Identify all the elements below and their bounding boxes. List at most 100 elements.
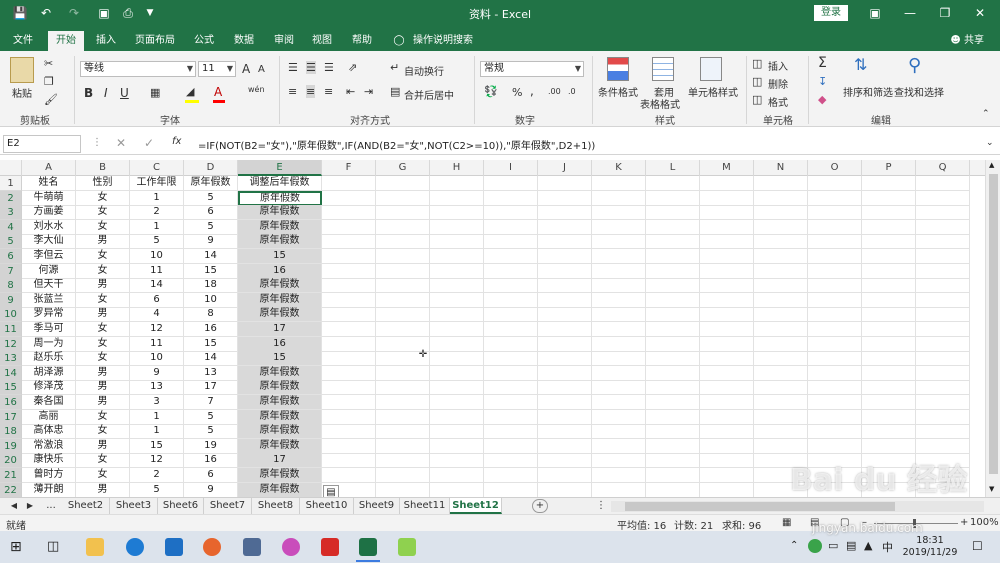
empty-cell[interactable]	[484, 380, 538, 396]
empty-cell[interactable]	[484, 468, 538, 483]
underline-button[interactable]: U	[120, 86, 129, 100]
empty-cell[interactable]	[376, 409, 430, 425]
table-cell[interactable]: 5	[184, 219, 238, 235]
table-cell[interactable]: 14	[184, 249, 238, 264]
column-header-p[interactable]: P	[862, 160, 916, 176]
empty-cell[interactable]	[700, 409, 754, 425]
empty-cell[interactable]	[916, 190, 970, 206]
row-header[interactable]: 7	[0, 263, 22, 279]
empty-cell[interactable]	[862, 424, 916, 440]
empty-cell[interactable]	[376, 278, 430, 294]
header-cell[interactable]: 调整后年假数	[238, 176, 322, 191]
empty-cell[interactable]	[916, 249, 970, 264]
prev-sheet-icon[interactable]: ◀	[8, 498, 20, 514]
empty-cell[interactable]	[754, 190, 808, 206]
empty-cell[interactable]	[322, 438, 376, 454]
search-icon[interactable]: ⚲	[908, 55, 921, 76]
empty-cell[interactable]	[700, 249, 754, 264]
empty-cell[interactable]	[376, 307, 430, 323]
table-cell[interactable]: 15	[184, 263, 238, 279]
row-header[interactable]: 14	[0, 365, 22, 381]
empty-cell[interactable]	[862, 336, 916, 352]
empty-cell[interactable]	[700, 482, 754, 497]
column-header-g[interactable]: G	[376, 160, 430, 176]
empty-cell[interactable]	[916, 365, 970, 381]
sheet-tab-sheet12[interactable]: Sheet12	[450, 498, 502, 514]
store-icon[interactable]	[165, 538, 183, 556]
empty-cell[interactable]	[700, 351, 754, 367]
empty-cell[interactable]	[376, 438, 430, 454]
align-right-icon[interactable]: ≡	[324, 85, 333, 98]
insert-cells-icon[interactable]: ◫	[752, 57, 762, 70]
enter-icon[interactable]: ✓	[144, 136, 154, 150]
empty-cell[interactable]	[592, 263, 646, 279]
empty-cell[interactable]	[430, 234, 484, 250]
empty-cell[interactable]	[322, 263, 376, 279]
empty-cell[interactable]	[754, 176, 808, 191]
empty-cell[interactable]	[808, 380, 862, 396]
empty-cell[interactable]	[808, 322, 862, 337]
copy-icon[interactable]: ❐	[44, 75, 54, 88]
empty-cell[interactable]	[700, 205, 754, 221]
row-header[interactable]: 20	[0, 453, 22, 469]
empty-cell[interactable]	[862, 409, 916, 425]
table-cell[interactable]: 14	[184, 351, 238, 367]
align-left-icon[interactable]: ≡	[288, 85, 297, 98]
empty-cell[interactable]	[808, 249, 862, 264]
empty-cell[interactable]	[484, 249, 538, 264]
table-cell[interactable]: 2	[130, 205, 184, 221]
empty-cell[interactable]	[538, 424, 592, 440]
horizontal-scroll-thumb[interactable]	[625, 502, 895, 511]
empty-cell[interactable]	[862, 365, 916, 381]
empty-cell[interactable]	[646, 380, 700, 396]
empty-cell[interactable]	[592, 234, 646, 250]
empty-cell[interactable]	[862, 322, 916, 337]
empty-cell[interactable]	[592, 424, 646, 440]
empty-cell[interactable]	[484, 365, 538, 381]
table-cell[interactable]: 胡泽源	[22, 365, 76, 381]
table-cell[interactable]: 5	[130, 234, 184, 250]
empty-cell[interactable]	[592, 453, 646, 469]
collapse-ribbon-icon[interactable]: ⌃	[982, 109, 990, 119]
empty-cell[interactable]	[916, 351, 970, 367]
empty-cell[interactable]	[646, 322, 700, 337]
table-cell[interactable]: 1	[130, 219, 184, 235]
currency-icon[interactable]: 💱	[484, 85, 498, 98]
empty-cell[interactable]	[808, 292, 862, 308]
empty-cell[interactable]	[646, 292, 700, 308]
empty-cell[interactable]	[916, 322, 970, 337]
header-cell[interactable]: 性别	[76, 176, 130, 191]
wrap-text-icon[interactable]: ↵	[390, 61, 399, 74]
table-cell[interactable]: 15	[238, 249, 322, 264]
empty-cell[interactable]	[754, 278, 808, 294]
empty-cell[interactable]	[592, 176, 646, 191]
empty-cell[interactable]	[376, 482, 430, 497]
normal-view-icon[interactable]: ▦	[782, 517, 791, 528]
table-cell[interactable]: 罗异常	[22, 307, 76, 323]
empty-cell[interactable]	[754, 380, 808, 396]
empty-cell[interactable]	[430, 409, 484, 425]
tab-help[interactable]: 帮助	[346, 31, 378, 51]
column-header-o[interactable]: O	[808, 160, 862, 176]
empty-cell[interactable]	[700, 307, 754, 323]
empty-cell[interactable]	[808, 351, 862, 367]
table-cell[interactable]: 女	[76, 219, 130, 235]
empty-cell[interactable]	[592, 278, 646, 294]
table-cell[interactable]: 曾时方	[22, 468, 76, 483]
table-cell[interactable]: 女	[76, 190, 130, 206]
font-grow-icon[interactable]: A	[242, 62, 250, 76]
increase-decimal-icon[interactable]: .00	[548, 87, 561, 96]
empty-cell[interactable]	[484, 263, 538, 279]
table-cell[interactable]: 17	[238, 453, 322, 469]
cell-styles-button[interactable]: 单元格样式	[688, 84, 738, 99]
table-cell[interactable]: 周一为	[22, 336, 76, 352]
restore-icon[interactable]: ❐	[932, 4, 958, 22]
empty-cell[interactable]	[538, 292, 592, 308]
empty-cell[interactable]	[646, 307, 700, 323]
empty-cell[interactable]	[700, 219, 754, 235]
more-sheets-button[interactable]: ...	[42, 498, 60, 514]
table-cell[interactable]: 4	[130, 307, 184, 323]
orientation-icon[interactable]: ⇗	[348, 61, 357, 74]
table-cell[interactable]: 原年假数	[238, 219, 322, 235]
empty-cell[interactable]	[646, 482, 700, 497]
